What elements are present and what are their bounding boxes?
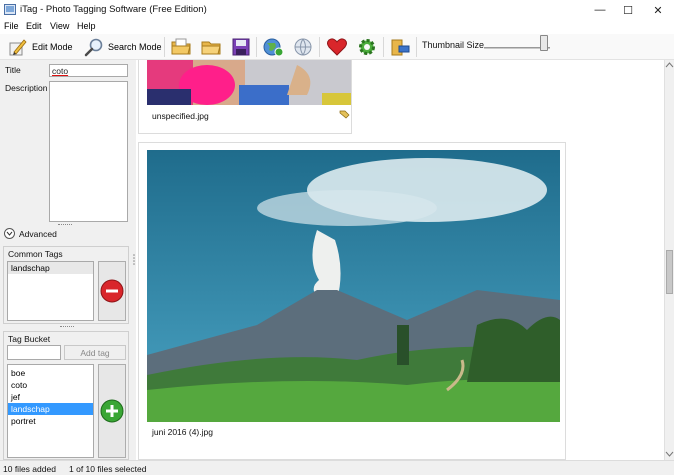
- window-title: iTag - Photo Tagging Software (Free Edit…: [20, 4, 207, 15]
- thumbnail-size-label: Thumbnail Size: [422, 40, 485, 50]
- save-button[interactable]: [231, 36, 251, 58]
- list-item[interactable]: landschap: [8, 262, 93, 274]
- files-added-status: 10 files added: [3, 464, 56, 474]
- advanced-label[interactable]: Advanced: [19, 229, 57, 239]
- resize-grip[interactable]: [58, 224, 72, 227]
- vertical-scrollbar[interactable]: [664, 60, 674, 460]
- thumbnail-image: [147, 60, 351, 105]
- left-panel: Title coto Description Advanced Common T…: [0, 60, 132, 460]
- title-field[interactable]: coto: [49, 64, 128, 77]
- open-folder-icon: [201, 41, 221, 55]
- thumbnail-filename: juni 2016 (4).jpg: [152, 427, 213, 437]
- scroll-down-icon[interactable]: [665, 451, 674, 457]
- list-item[interactable]: jef: [8, 391, 93, 403]
- menu-bar: File Edit View Help: [0, 20, 674, 34]
- export-tool-icon: [391, 39, 410, 56]
- minus-circle-icon: [100, 279, 124, 303]
- scrollbar-thumb[interactable]: [666, 250, 673, 294]
- title-bar: iTag - Photo Tagging Software (Free Edit…: [0, 0, 674, 20]
- selection-status: 1 of 10 files selected: [69, 464, 147, 474]
- favorite-heart-icon: [327, 38, 347, 56]
- status-bar: 10 files added 1 of 10 files selected: [0, 460, 674, 475]
- menu-help[interactable]: Help: [77, 21, 96, 31]
- common-tags-list[interactable]: landschap: [7, 261, 94, 321]
- globe-button[interactable]: [262, 36, 284, 58]
- favorite-button[interactable]: [326, 36, 348, 58]
- menu-file[interactable]: File: [4, 21, 19, 31]
- thumbnail-card[interactable]: juni 2016 (4).jpg: [138, 142, 566, 460]
- menu-edit[interactable]: Edit: [26, 21, 42, 31]
- tag-bucket-group: Tag Bucket Add tag boe coto jef landscha…: [3, 331, 129, 460]
- network-button[interactable]: [292, 36, 314, 58]
- tag-bucket-list[interactable]: boe coto jef landschap portret: [7, 364, 94, 458]
- advanced-toggle-icon[interactable]: [4, 228, 15, 239]
- settings-button[interactable]: [356, 36, 378, 58]
- toolbar-separator: [416, 37, 417, 57]
- title-label: Title: [5, 65, 21, 75]
- add-tag-button[interactable]: Add tag: [64, 345, 126, 360]
- maximize-button[interactable]: ☐: [613, 0, 643, 20]
- resize-grip[interactable]: [60, 326, 74, 329]
- settings-gear-icon: [359, 39, 375, 55]
- tag-icon: [339, 110, 350, 119]
- scroll-up-icon[interactable]: [665, 62, 674, 68]
- list-item-selected[interactable]: landschap: [8, 403, 93, 415]
- menu-view[interactable]: View: [50, 21, 69, 31]
- toolbar-separator: [383, 37, 384, 57]
- close-button[interactable]: ✕: [643, 0, 673, 20]
- search-mode-label: Search Mode: [108, 42, 162, 52]
- description-label: Description: [5, 83, 48, 93]
- description-field[interactable]: [49, 81, 128, 222]
- edit-mode-label: Edit Mode: [32, 42, 73, 52]
- open-file-icon: [171, 38, 191, 55]
- network-globe-icon: [294, 38, 312, 56]
- list-item[interactable]: portret: [8, 415, 93, 427]
- app-tag-icon: [4, 4, 16, 15]
- toolbar-separator: [164, 37, 165, 57]
- save-disk-icon: [232, 38, 250, 56]
- globe-icon: [263, 38, 284, 57]
- list-item[interactable]: boe: [8, 367, 93, 379]
- toolbar: Edit Mode Search Mode Thumbnail Size: [0, 34, 674, 60]
- toolbar-separator: [256, 37, 257, 57]
- new-tag-input[interactable]: [7, 345, 61, 360]
- export-button[interactable]: [389, 36, 411, 58]
- common-tags-label: Common Tags: [8, 249, 63, 259]
- open-folder-button[interactable]: [200, 36, 222, 58]
- minimize-button[interactable]: —: [585, 0, 615, 20]
- search-mode-button[interactable]: Search Mode: [84, 36, 162, 58]
- remove-tag-button[interactable]: [98, 261, 126, 321]
- tag-bucket-label: Tag Bucket: [8, 334, 51, 344]
- common-tags-group: Common Tags landschap: [3, 246, 129, 324]
- toolbar-separator: [319, 37, 320, 57]
- open-file-button[interactable]: [170, 36, 192, 58]
- edit-mode-button[interactable]: Edit Mode: [8, 36, 73, 58]
- thumbnail-size-slider-thumb[interactable]: [540, 35, 548, 51]
- thumbnail-card[interactable]: unspecified.jpg: [138, 60, 352, 134]
- thumbnail-area: unspecified.jpg juni 2016 (4).jpg: [136, 60, 664, 460]
- add-to-image-button[interactable]: [98, 364, 126, 458]
- thumbnail-image: [147, 150, 560, 422]
- list-item[interactable]: coto: [8, 379, 93, 391]
- search-magnifier-icon: [84, 38, 103, 57]
- thumbnail-filename: unspecified.jpg: [152, 111, 209, 121]
- edit-pencil-icon: [9, 39, 27, 56]
- plus-circle-icon: [100, 399, 124, 423]
